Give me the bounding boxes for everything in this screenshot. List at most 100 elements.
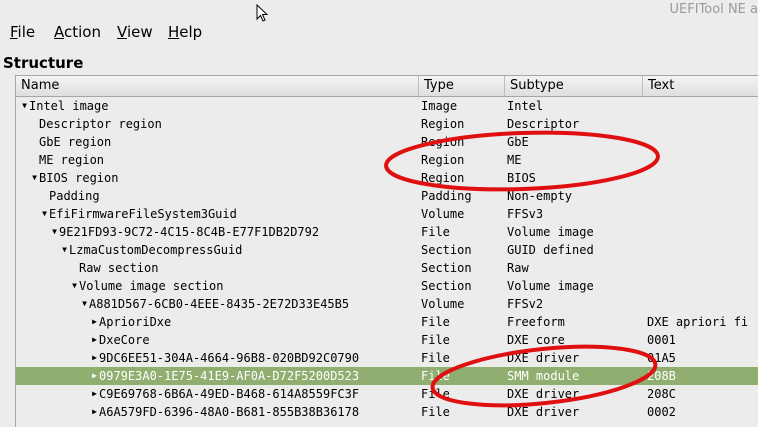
tree-row[interactable]: ▼ A881D567-6CB0-4EEE-8435-2E72D33E45B5 Vol… (16, 295, 758, 313)
row-name-label: Volume image section (79, 279, 224, 293)
row-type-cell: File (421, 369, 450, 383)
tree-row[interactable]: ▼ Intel image Image Intel (16, 97, 758, 115)
row-text-cell: 01A5 (647, 351, 676, 365)
tree-row[interactable]: Descriptor region Region Descriptor (16, 115, 758, 133)
row-name-label: ME region (39, 153, 105, 167)
expanded-arrow-icon[interactable]: ▼ (50, 223, 59, 241)
tree-row[interactable]: ▼ EfiFirmwareFileSystem3Guid Volume FFSv3 (16, 205, 758, 223)
row-name-cell: ME region (16, 151, 432, 169)
tree-row[interactable]: ▶ 9DC6EE51-304A-4664-96B8-020BD92C0790 Fil… (16, 349, 758, 367)
column-header-subtype[interactable]: Subtype (505, 76, 643, 96)
row-name-label: C9E69768-6B6A-49ED-B468-614A8559FC3F (99, 387, 360, 401)
tree-header: Name Type Subtype Text (16, 76, 758, 97)
tree-row[interactable]: Padding Padding Non-empty (16, 187, 758, 205)
menu-help[interactable]: Help (168, 23, 202, 41)
row-type-cell: Padding (421, 189, 472, 203)
tree-row[interactable]: ▶ A6A579FD-6396-48A0-B681-855B38B36178 Fil… (16, 403, 758, 421)
title-bar: UEFITool NE a (0, 0, 758, 22)
row-text-cell (647, 169, 758, 187)
menu-action[interactable]: Action (54, 23, 101, 41)
window-title: UEFITool NE a (669, 2, 758, 17)
column-header-type[interactable]: Type (419, 76, 505, 96)
tree-row[interactable]: ▶ 0979E3A0-1E75-41E9-AF0A-D72F5200D523 Fil… (16, 367, 758, 385)
expanded-arrow-icon[interactable]: ▼ (70, 277, 79, 295)
expanded-arrow-icon[interactable]: ▼ (30, 169, 39, 187)
row-name-label: Padding (49, 189, 100, 203)
row-subtype-cell: DXE driver (507, 351, 580, 365)
row-name-label: A881D567-6CB0-4EEE-8435-2E72D33E45B5 (89, 297, 350, 311)
tree-row[interactable]: ▶ C9E69768-6B6A-49ED-B468-614A8559FC3F Fil… (16, 385, 758, 403)
row-text-cell (647, 223, 758, 241)
tree-row[interactable]: Raw section Section Raw (16, 259, 758, 277)
row-subtype-cell: Descriptor (507, 117, 580, 131)
row-subtype-cell: Non-empty (507, 189, 573, 203)
row-type-cell: File (421, 225, 450, 239)
row-subtype-cell: DXE driver (507, 387, 580, 401)
row-subtype-cell: FFSv3 (507, 207, 544, 221)
row-type-cell: Section (421, 261, 472, 275)
row-text-cell (647, 205, 758, 223)
row-text-cell: 0001 (647, 333, 676, 347)
row-name-label: DxeCore (99, 333, 150, 347)
row-text-cell (647, 97, 758, 115)
row-subtype-cell: Volume image (507, 225, 594, 239)
tree-rows: ▼ Intel image Image Intel Descriptor region R… (16, 97, 758, 421)
collapsed-arrow-icon[interactable]: ▶ (90, 403, 99, 421)
row-subtype-cell: DXE core (507, 333, 565, 347)
collapsed-arrow-icon[interactable]: ▶ (90, 313, 99, 331)
row-subtype-cell: FFSv2 (507, 297, 544, 311)
row-type-cell: File (421, 351, 450, 365)
row-text-cell: 0002 (647, 405, 676, 419)
expanded-arrow-icon[interactable]: ▼ (40, 205, 49, 223)
collapsed-arrow-icon[interactable]: ▶ (90, 367, 99, 385)
row-name-label: EfiFirmwareFileSystem3Guid (49, 207, 237, 221)
row-name-label: Descriptor region (39, 117, 162, 131)
row-name-cell: Padding (16, 187, 442, 205)
row-text-cell: DXE apriori fi (647, 315, 749, 329)
row-subtype-cell: ME (507, 153, 522, 167)
tree-row[interactable]: ▶ DxeCore File DXE core 0001 (16, 331, 758, 349)
row-name-cell: ▼ Volume image section (16, 277, 472, 295)
row-text-cell: 208C (647, 387, 676, 401)
row-name-cell: ▼ A881D567-6CB0-4EEE-8435-2E72D33E45B5 (16, 295, 482, 313)
row-name-label: GbE region (39, 135, 112, 149)
expanded-arrow-icon[interactable]: ▼ (20, 97, 29, 115)
column-header-text[interactable]: Text (643, 76, 758, 96)
row-subtype-cell: Freeform (507, 315, 565, 329)
row-subtype-cell: GbE (507, 135, 529, 149)
collapsed-arrow-icon[interactable]: ▶ (90, 349, 99, 367)
collapsed-arrow-icon[interactable]: ▶ (90, 331, 99, 349)
tree-row[interactable]: ME region Region ME (16, 151, 758, 169)
tree-row[interactable]: ▼ LzmaCustomDecompressGuid Section GUID def… (16, 241, 758, 259)
row-name-label: 9DC6EE51-304A-4664-96B8-020BD92C0790 (99, 351, 360, 365)
row-text-cell (647, 187, 758, 205)
menu-file[interactable]: File (10, 23, 35, 41)
column-header-name[interactable]: Name (16, 76, 419, 96)
row-name-cell: ▼ Intel image (16, 97, 422, 115)
row-text-cell (647, 115, 758, 133)
collapsed-arrow-icon[interactable]: ▶ (90, 385, 99, 403)
tree-row[interactable]: ▼ 9E21FD93-9C72-4C15-8C4B-E77F1DB2D792 Fil… (16, 223, 758, 241)
tree-row[interactable]: ▼ Volume image section Section Volume image (16, 277, 758, 295)
row-type-cell: Region (421, 117, 465, 131)
row-subtype-cell: Intel (507, 99, 544, 113)
tree-row[interactable]: ▶ AprioriDxe File Freeform DXE apriori fi (16, 313, 758, 331)
row-name-label: BIOS region (39, 171, 119, 185)
row-subtype-cell: DXE driver (507, 405, 580, 419)
row-name-cell: ▼ EfiFirmwareFileSystem3Guid (16, 205, 442, 223)
row-type-cell: Image (421, 99, 458, 113)
menu-bar: File Action View Help (0, 20, 758, 44)
expanded-arrow-icon[interactable]: ▼ (60, 241, 69, 259)
row-text-cell (647, 241, 758, 259)
structure-tree[interactable]: Name Type Subtype Text ▼ Intel image Image… (15, 75, 758, 427)
row-text-cell (647, 133, 758, 151)
row-name-cell: Descriptor region (16, 115, 432, 133)
tree-row[interactable]: GbE region Region GbE (16, 133, 758, 151)
row-type-cell: Section (421, 279, 472, 293)
menu-view[interactable]: View (117, 23, 153, 41)
row-text-cell (647, 295, 758, 313)
row-name-cell: GbE region (16, 133, 432, 151)
expanded-arrow-icon[interactable]: ▼ (80, 295, 89, 313)
tree-row[interactable]: ▼ BIOS region Region BIOS (16, 169, 758, 187)
row-type-cell: Volume (421, 207, 465, 221)
